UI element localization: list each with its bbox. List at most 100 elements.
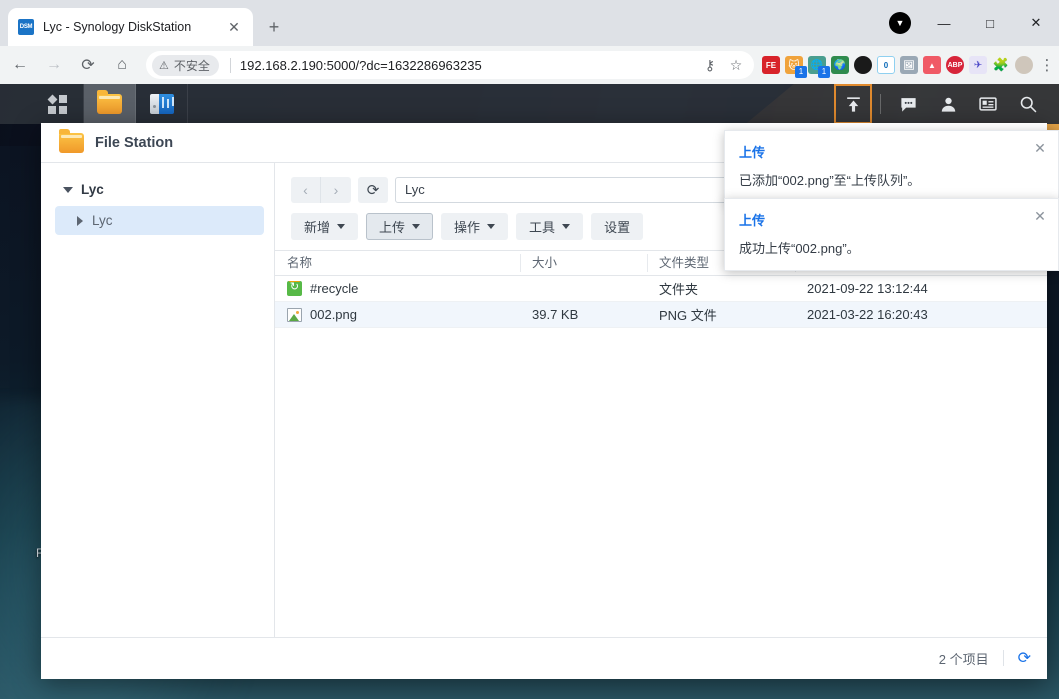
reload-button[interactable]: ⟳ — [74, 51, 102, 79]
panda-extension-icon[interactable] — [854, 56, 872, 74]
action-button[interactable]: 操作 — [441, 213, 509, 240]
column-header-name[interactable]: 名称 — [275, 250, 520, 276]
navigate-forward-button[interactable]: › — [321, 177, 351, 203]
grid-icon — [47, 94, 67, 114]
profile-avatar[interactable] — [1015, 56, 1033, 74]
tools-button[interactable]: 工具 — [516, 213, 584, 240]
file-type-cell: PNG 文件 — [659, 308, 717, 323]
image-extension-glyph: 🖼 — [903, 59, 915, 70]
extensions-tray: FE 🐱 1 🌐 1 🌍 0 🖼 ▲ ABP ✈ 🧩 — [762, 56, 1035, 78]
fe-extension-icon[interactable]: FE — [762, 56, 780, 74]
new-button-label: 新增 — [304, 220, 331, 235]
warning-icon: ⚠ — [159, 59, 169, 72]
idm-extension-icon[interactable]: 🌍 — [831, 56, 849, 74]
tab-title: Lyc - Synology DiskStation — [43, 20, 192, 34]
zero-extension-label: 0 — [883, 60, 889, 70]
table-row[interactable]: #recycle 文件夹 2021-09-22 13:12:44 — [275, 276, 1047, 302]
status-refresh-button[interactable]: ⟳ — [1018, 648, 1031, 668]
widgets-icon[interactable] — [969, 84, 1007, 124]
bookmark-star-icon[interactable]: ☆ — [724, 53, 748, 77]
control-panel-task-button[interactable] — [136, 84, 188, 124]
minimize-button[interactable]: — — [921, 0, 967, 46]
zero-extension-icon[interactable]: 0 — [877, 56, 895, 74]
taskbar-right-group — [834, 84, 1047, 124]
taskbar-left-group — [32, 84, 188, 124]
status-divider — [1002, 650, 1004, 666]
sidebar-item-lyc-root[interactable]: Lyc — [41, 179, 274, 200]
dsm-taskbar — [0, 84, 1059, 124]
browser-tab[interactable]: DSM Lyc - Synology DiskStation ✕ — [8, 8, 253, 46]
notification-message: 已添加“002.png”至“上传队列”。 — [739, 173, 921, 188]
chevron-down-icon — [487, 224, 496, 229]
close-icon[interactable]: ✕ — [1032, 208, 1048, 224]
fe-extension-label: FE — [765, 60, 777, 70]
file-name-cell: #recycle — [275, 281, 520, 296]
file-table: 名称 大小 文件类型 修改日期 ⋮ #recycle 文件夹 2021-0 — [275, 250, 1047, 637]
upload-queue-icon[interactable] — [834, 84, 872, 124]
browser-toolbar: ← → ⟳ ⌂ ⚠ 不安全 192.168.2.190:5000/?dc=163… — [0, 46, 1059, 84]
new-button[interactable]: 新增 — [291, 213, 359, 240]
tools-button-label: 工具 — [529, 220, 556, 235]
close-icon[interactable]: ✕ — [1032, 140, 1048, 156]
image-extension-icon[interactable]: 🖼 — [900, 56, 918, 74]
file-station-folder-icon — [59, 128, 84, 153]
notifications-icon[interactable] — [889, 84, 927, 124]
upload-button-label: 上传 — [379, 220, 406, 235]
app-menu-button[interactable] — [32, 84, 84, 124]
settings-button-label: 设置 — [604, 220, 631, 235]
adblock-plus-label: ABP — [947, 61, 963, 69]
chevron-down-icon — [337, 224, 346, 229]
bird-extension-icon[interactable]: ✈ — [969, 56, 987, 74]
status-bar: 2 个项目 ⟳ — [41, 637, 1047, 678]
item-count-label: 2 个项目 — [938, 651, 989, 667]
downloads-button[interactable]: ▼ — [889, 12, 911, 34]
image-file-icon — [287, 307, 302, 322]
sidebar-root-label: Lyc — [81, 182, 104, 197]
recycle-bin-icon — [287, 281, 302, 296]
screen: F File Station Lyc Lyc ‹ › ⟳ Lyc 新增 上传 操… — [0, 0, 1059, 699]
close-icon[interactable]: ✕ — [225, 18, 243, 36]
omnibox-actions: ⚷ ☆ — [698, 53, 748, 77]
window-controls: — □ ✕ — [921, 0, 1059, 46]
back-button[interactable]: ← — [6, 51, 34, 79]
file-type-cell: 文件夹 — [659, 282, 699, 297]
sidebar-item-lyc-share[interactable]: Lyc — [55, 206, 264, 235]
bird-extension-glyph: ✈ — [973, 59, 983, 71]
sidebar-child-label: Lyc — [92, 213, 113, 228]
cat-extension-badge: 1 — [795, 66, 807, 78]
file-date-cell: 2021-09-22 13:12:44 — [807, 281, 928, 296]
file-station-task-button[interactable] — [84, 84, 136, 124]
refresh-button[interactable]: ⟳ — [358, 177, 388, 203]
idm-extension-glyph: 🌍 — [833, 59, 847, 71]
close-button[interactable]: ✕ — [1013, 0, 1059, 46]
nav-button-group: ‹ › — [291, 177, 351, 203]
cat-extension-icon[interactable]: 🐱 1 — [785, 56, 807, 78]
globe-extension-icon[interactable]: 🌐 1 — [808, 56, 830, 78]
user-account-icon[interactable] — [929, 84, 967, 124]
browser-menu-icon[interactable]: ⋮ — [1035, 56, 1059, 74]
photo-extension-icon[interactable]: ▲ — [923, 56, 941, 74]
chevron-right-icon — [77, 215, 83, 226]
security-badge[interactable]: ⚠ 不安全 — [152, 54, 219, 76]
chevron-down-icon — [562, 224, 571, 229]
chevron-down-icon — [63, 186, 73, 193]
home-button[interactable]: ⌂ — [108, 51, 136, 79]
search-icon[interactable] — [1009, 84, 1047, 124]
maximize-button[interactable]: □ — [967, 0, 1013, 46]
upload-button[interactable]: 上传 — [366, 213, 434, 240]
new-tab-button[interactable]: + — [261, 14, 287, 40]
adblock-plus-extension-icon[interactable]: ABP — [946, 56, 964, 74]
taskbar-divider — [880, 94, 881, 114]
upload-success-notification: 上传 成功上传“002.png”。 ✕ — [724, 198, 1059, 271]
navigate-back-button[interactable]: ‹ — [291, 177, 321, 203]
password-key-icon[interactable]: ⚷ — [698, 53, 722, 77]
favicon-icon: DSM — [18, 19, 34, 35]
table-row[interactable]: 002.png 39.7 KB PNG 文件 2021-03-22 16:20:… — [275, 302, 1047, 328]
column-header-size[interactable]: 大小 — [520, 250, 647, 276]
forward-button[interactable]: → — [40, 51, 68, 79]
notification-title: 上传 — [739, 145, 766, 160]
settings-button[interactable]: 设置 — [591, 213, 644, 240]
puzzle-extension-glyph: 🧩 — [992, 57, 1010, 72]
puzzle-extension-icon[interactable]: 🧩 — [992, 56, 1010, 74]
address-bar[interactable]: ⚠ 不安全 192.168.2.190:5000/?dc=16322869632… — [146, 51, 754, 79]
